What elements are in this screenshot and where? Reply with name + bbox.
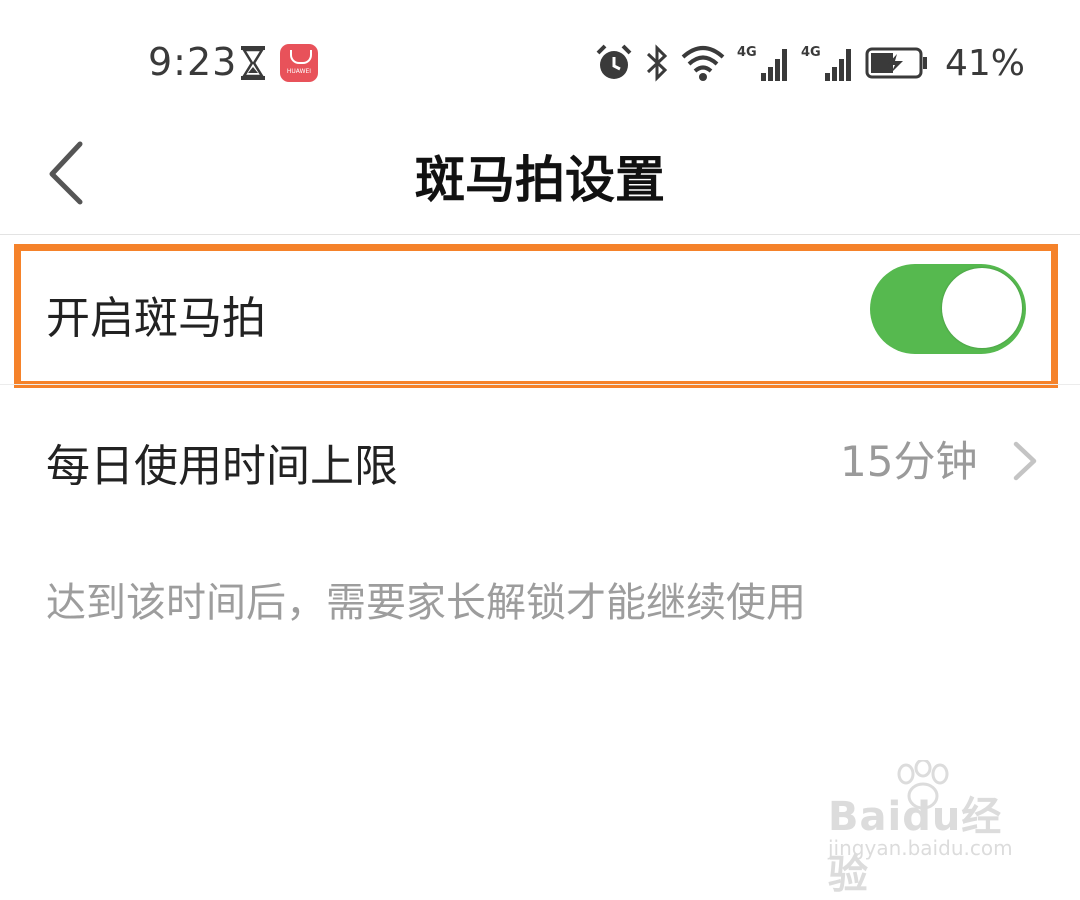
appgallery-icon-label: HUAWEI bbox=[286, 68, 312, 75]
time-limit-label: 每日使用时间上限 bbox=[46, 441, 398, 492]
signal-icon-2: 4G bbox=[801, 45, 851, 81]
time-limit-description: 达到该时间后，需要家长解锁才能继续使用 bbox=[46, 580, 806, 626]
network-label-2: 4G bbox=[801, 45, 821, 60]
row-divider bbox=[0, 384, 1080, 385]
network-label-1: 4G bbox=[737, 45, 757, 60]
watermark: Baidu经验 jingyan.baidu.com bbox=[828, 760, 1028, 898]
time-limit-value: 15分钟 bbox=[840, 437, 978, 486]
chevron-right-icon bbox=[1013, 441, 1037, 481]
bluetooth-icon bbox=[646, 44, 668, 82]
watermark-sub: jingyan.baidu.com bbox=[828, 836, 1013, 860]
battery-percent: 41% bbox=[944, 42, 1025, 84]
toggle-knob bbox=[942, 268, 1022, 348]
nav-divider bbox=[0, 234, 1080, 235]
battery-icon bbox=[865, 47, 927, 79]
nav-bar: 斑马拍设置 bbox=[0, 130, 1080, 234]
enable-toggle[interactable] bbox=[870, 264, 1026, 354]
enable-label: 开启斑马拍 bbox=[46, 293, 266, 344]
alarm-icon bbox=[596, 44, 632, 79]
signal-icon-1: 4G bbox=[737, 45, 787, 81]
appgallery-icon: HUAWEI bbox=[280, 44, 318, 82]
status-icons: 4G 4G 41% bbox=[595, 40, 1025, 86]
hourglass-icon bbox=[241, 46, 265, 80]
status-time: 9:23 bbox=[148, 40, 238, 84]
wifi-icon bbox=[681, 46, 725, 81]
status-bar: 9:23 HUAWEI 4G 4G 41% bbox=[0, 0, 1080, 130]
page-title: 斑马拍设置 bbox=[415, 151, 665, 209]
